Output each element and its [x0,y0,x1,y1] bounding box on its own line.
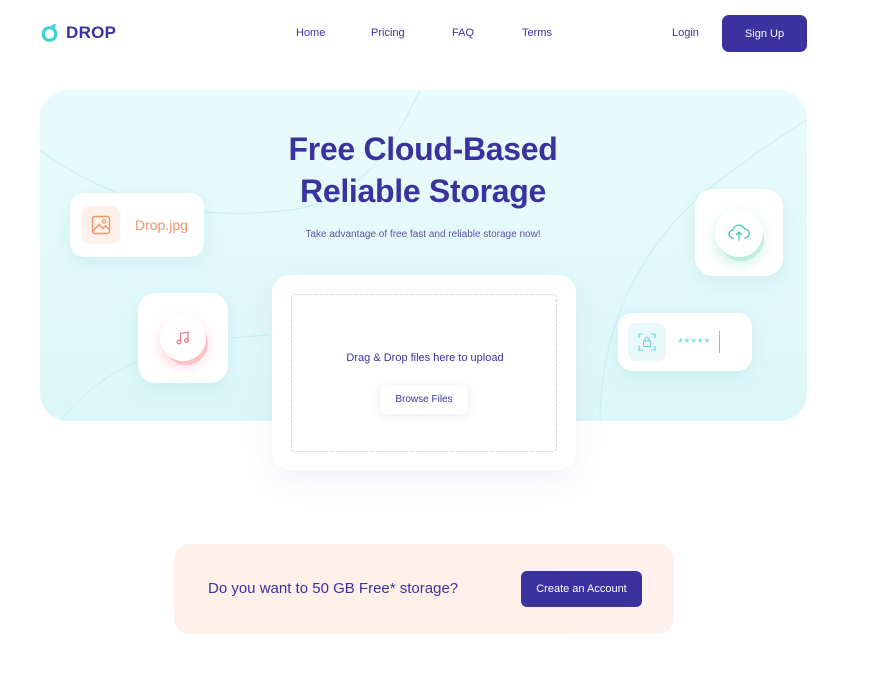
image-icon [82,206,120,244]
upload-panel: Drag & Drop files here to upload Browse … [272,275,576,470]
music-note-icon [160,315,206,361]
create-account-button[interactable]: Create an Account [521,571,642,607]
logo[interactable]: DROP [40,22,116,43]
file-card: Drop.jpg [70,193,204,257]
signup-button[interactable]: Sign Up [722,15,807,52]
login-link[interactable]: Login [672,27,699,39]
browse-files-button[interactable]: Browse Files [380,385,468,414]
nav-pricing[interactable]: Pricing [371,27,405,39]
brand-name: DROP [66,22,117,42]
cta-banner: Do you want to 50 GB Free* storage? Crea… [174,544,674,634]
drop-zone[interactable]: Drag & Drop files here to upload Browse … [291,294,557,452]
password-card: ***** [618,313,752,371]
music-card [138,293,228,383]
cloud-card [695,189,783,276]
cta-text: Do you want to 50 GB Free* storage? [208,580,459,597]
lock-icon [628,323,666,361]
drop-logo-icon [41,23,58,42]
cloud-upload-icon [715,208,763,257]
nav-faq[interactable]: FAQ [452,27,474,39]
top-nav: DROP Home Pricing FAQ Terms Login Sign U… [0,0,889,68]
file-name: Drop.jpg [135,217,188,233]
nav-terms[interactable]: Terms [522,27,552,39]
drop-prompt: Drag & Drop files here to upload [346,352,504,364]
hero-title-line1: Free Cloud-Based [288,131,558,167]
text-caret [718,331,720,353]
password-mask: ***** [678,334,711,350]
nav-home[interactable]: Home [296,27,325,39]
